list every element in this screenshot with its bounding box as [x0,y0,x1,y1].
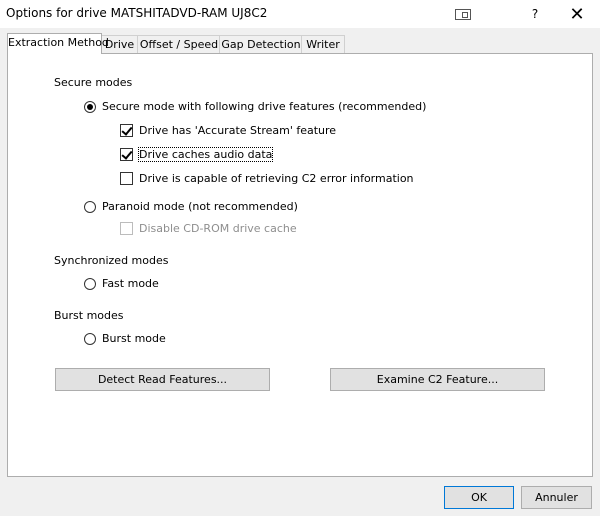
paranoid-mode-label[interactable]: Paranoid mode (not recommended) [102,200,298,213]
accurate-stream-checkbox[interactable] [120,124,133,137]
cancel-button[interactable]: Annuler [521,486,592,509]
caches-audio-checkbox[interactable] [120,148,133,161]
fast-mode-radio[interactable] [84,278,96,290]
examine-c2-feature-button[interactable]: Examine C2 Feature... [330,368,545,391]
secure-modes-heading: Secure modes [54,76,133,89]
burst-mode-radio[interactable] [84,333,96,345]
compact-view-icon[interactable] [440,0,486,28]
tab-panel: Secure modes Secure mode with following … [7,53,593,477]
disable-cache-label: Disable CD-ROM drive cache [139,222,297,235]
secure-mode-label[interactable]: Secure mode with following drive feature… [102,100,426,113]
tab-extraction-method[interactable]: Extraction Method [7,33,109,54]
title-bar: Options for drive MATSHITADVD-RAM UJ8C2 … [0,0,600,28]
detect-read-features-button[interactable]: Detect Read Features... [55,368,270,391]
burst-mode-label[interactable]: Burst mode [102,332,166,345]
ok-button[interactable]: OK [444,486,514,509]
c2-error-checkbox[interactable] [120,172,133,185]
caches-audio-label[interactable]: Drive caches audio data [137,147,274,162]
paranoid-mode-radio[interactable] [84,201,96,213]
window-title: Options for drive MATSHITADVD-RAM UJ8C2 [6,6,268,20]
tab-gap-detection[interactable]: Gap Detection [219,35,303,53]
close-button[interactable]: ✕ [554,0,600,28]
fast-mode-label[interactable]: Fast mode [102,277,159,290]
tab-offset-speed[interactable]: Offset / Speed [137,35,221,53]
disable-cache-checkbox [120,222,133,235]
burst-modes-heading: Burst modes [54,309,124,322]
help-button[interactable]: ? [512,0,558,28]
synchronized-modes-heading: Synchronized modes [54,254,169,267]
c2-error-label[interactable]: Drive is capable of retrieving C2 error … [139,172,414,185]
accurate-stream-label[interactable]: Drive has 'Accurate Stream' feature [139,124,336,137]
secure-mode-radio[interactable] [84,101,96,113]
tab-writer[interactable]: Writer [301,35,345,53]
